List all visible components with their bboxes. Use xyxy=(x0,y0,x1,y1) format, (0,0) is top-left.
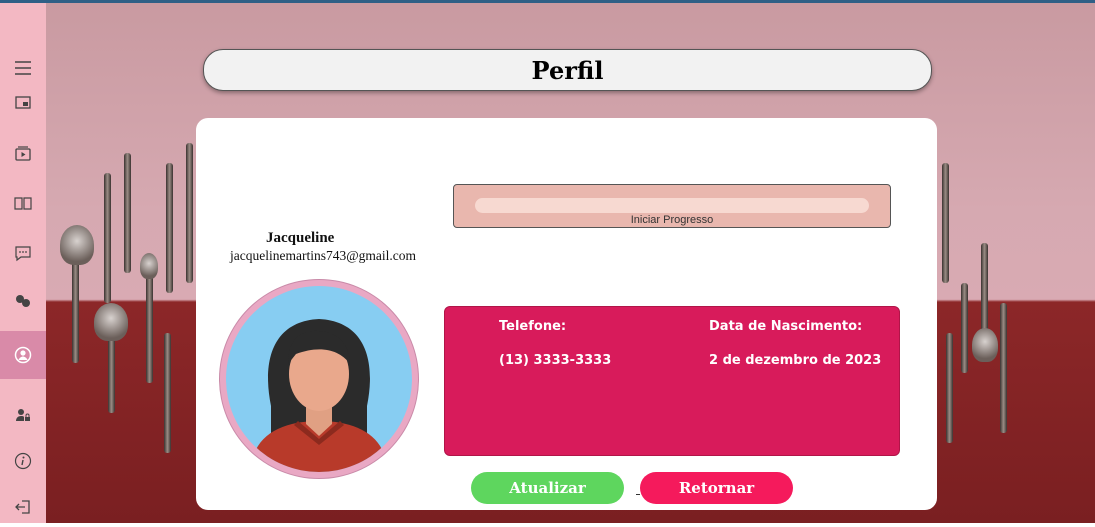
contact-info-panel: Telefone: Data de Nascimento: (13) 3333-… xyxy=(444,306,900,456)
info-icon[interactable] xyxy=(0,441,46,481)
page-title: Perfil xyxy=(531,55,604,85)
community-icon[interactable] xyxy=(0,281,46,321)
book-icon[interactable] xyxy=(0,183,46,223)
user-email: jacquelinemartins743@gmail.com xyxy=(230,248,417,263)
logout-icon[interactable] xyxy=(0,487,46,527)
sidebar xyxy=(0,3,46,523)
progress-label: Iniciar Progresso xyxy=(630,214,714,226)
chat-icon[interactable] xyxy=(0,233,46,273)
video-icon[interactable] xyxy=(0,133,46,173)
user-lock-icon[interactable] xyxy=(0,395,46,435)
phone-label: Telefone: xyxy=(499,319,567,334)
profile-icon[interactable] xyxy=(0,331,46,379)
profile-card: Jacqueline jacquelinemartins743@gmail.co… xyxy=(196,118,937,510)
page-header: Perfil xyxy=(203,49,932,91)
user-name: Jacqueline xyxy=(266,230,335,246)
birth-date-value: 2 de dezembro de 2023 xyxy=(709,353,882,368)
separator xyxy=(636,494,640,495)
birth-date-label: Data de Nascimento: xyxy=(709,319,863,334)
progress-panel[interactable]: Iniciar Progresso xyxy=(453,184,891,228)
avatar xyxy=(220,280,418,478)
progress-bar xyxy=(475,198,869,213)
menu-icon[interactable] xyxy=(0,48,46,88)
dashboard-icon[interactable] xyxy=(0,83,46,123)
return-button[interactable]: Retornar xyxy=(640,472,793,504)
phone-value: (13) 3333-3333 xyxy=(499,353,612,368)
update-button[interactable]: Atualizar xyxy=(471,472,624,504)
